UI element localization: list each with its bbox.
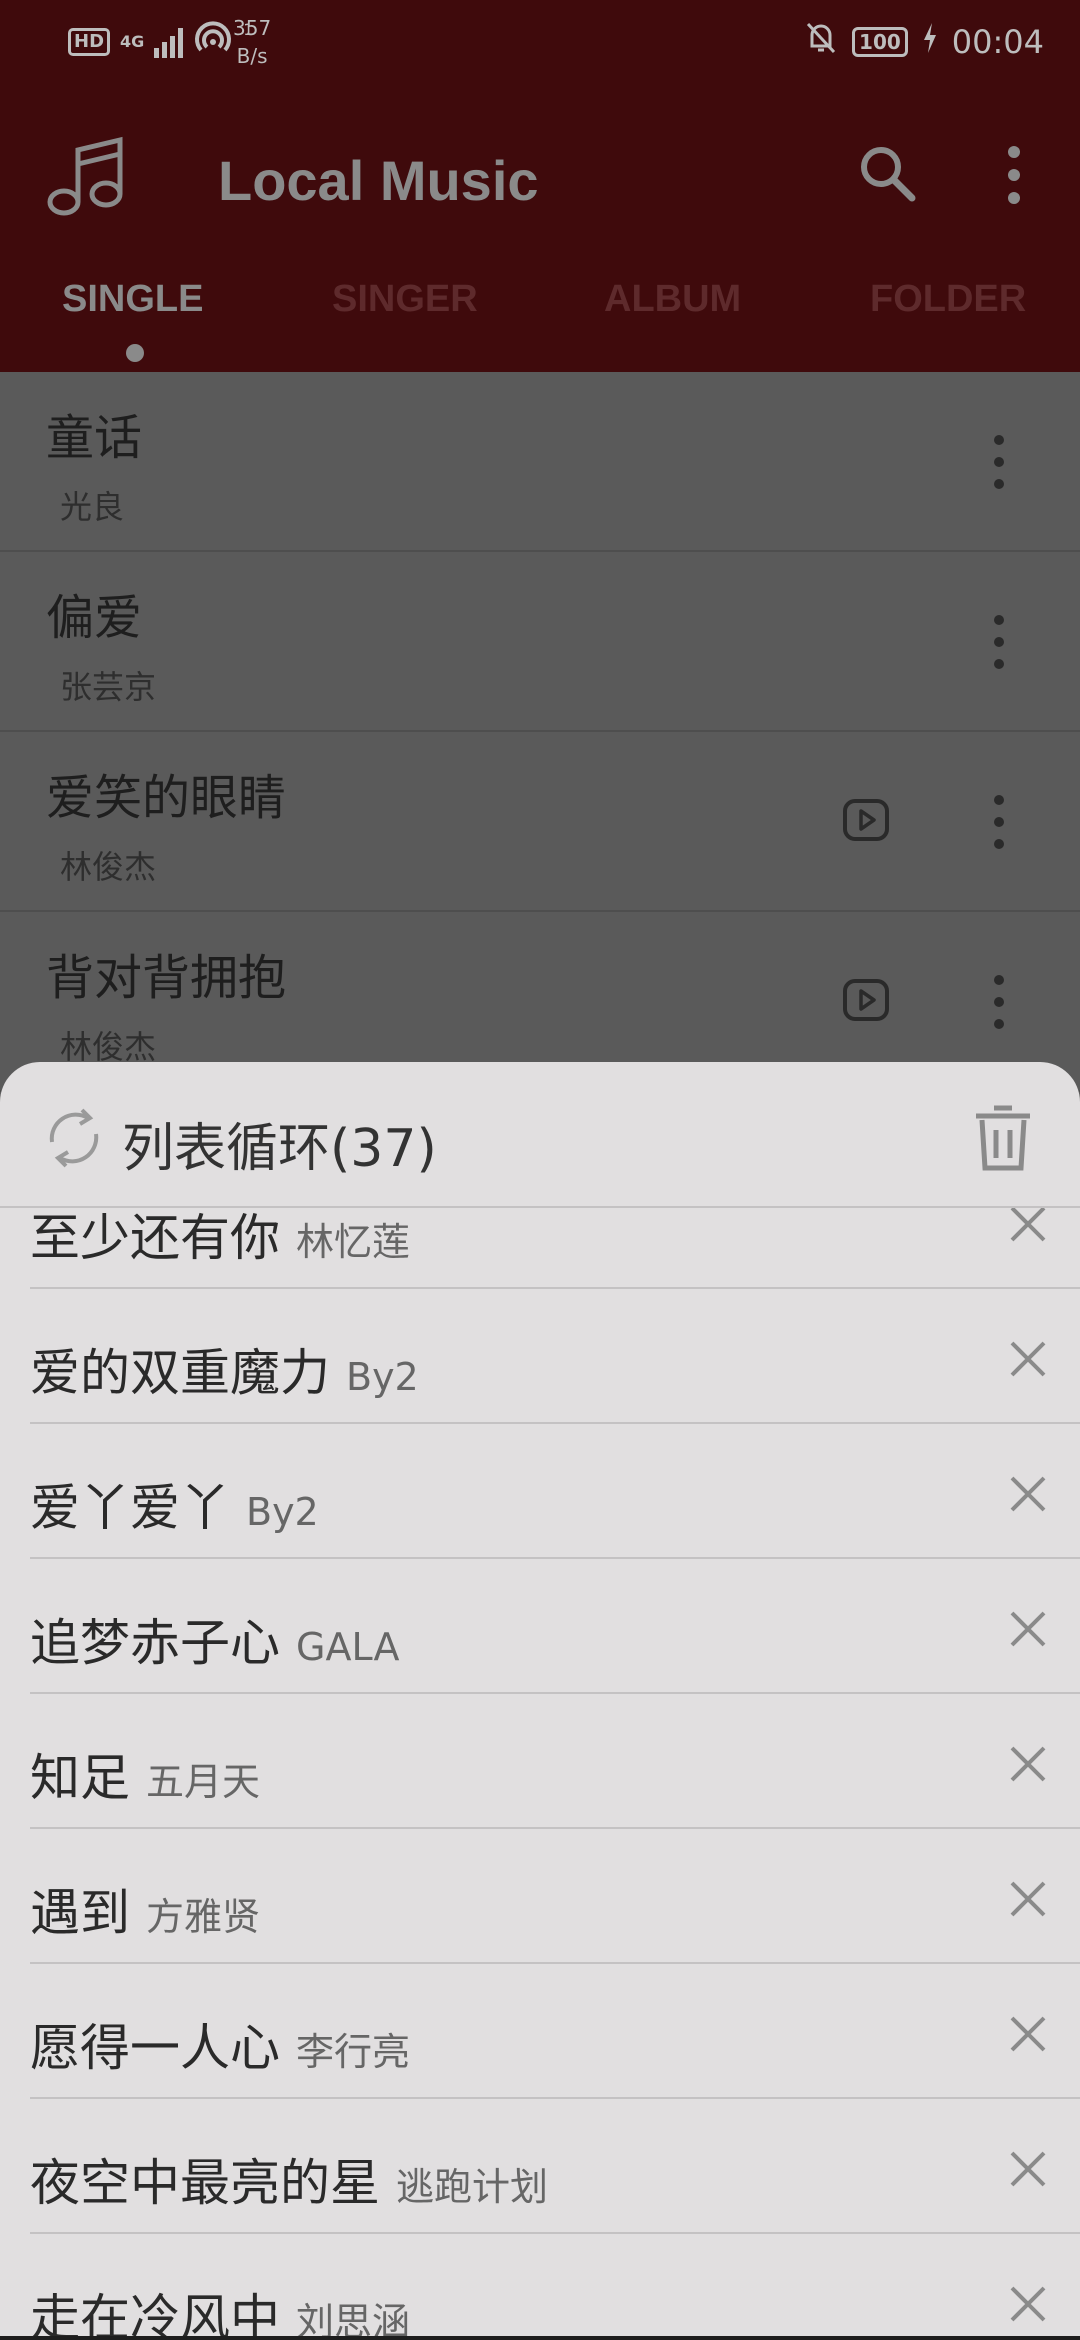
queue-item-text: 夜空中最亮的星 逃跑计划 (30, 2143, 548, 2215)
queue-item[interactable]: 至少还有你 林忆莲 (30, 1208, 1080, 1289)
tab-indicator (126, 344, 144, 362)
song-artist: 光良 (60, 488, 125, 526)
song-artist: 张芸京 (60, 668, 157, 706)
clock: 00:04 (951, 23, 1044, 61)
queue-item-text: 爱的双重魔力 By2 (30, 1333, 419, 1405)
queue-song-artist: 方雅贤 (146, 1895, 261, 1939)
tab-folder[interactable]: FOLDER (870, 278, 1026, 321)
queue-item[interactable]: 爱的双重魔力 By2 (30, 1289, 1080, 1424)
queue-song-artist: 五月天 (146, 1760, 261, 1804)
charging-icon (922, 23, 938, 61)
queue-item[interactable]: 知足 五月天 (30, 1694, 1080, 1829)
repeat-list-icon[interactable] (44, 1104, 104, 1172)
queue-song-title: 夜空中最亮的星 (30, 2154, 380, 2212)
more-vert-icon[interactable] (984, 972, 1014, 1032)
close-icon[interactable] (1008, 2284, 1048, 2324)
song-title: 偏爱 (46, 590, 143, 646)
queue-song-artist: By2 (346, 1355, 419, 1399)
search-icon[interactable] (856, 142, 918, 204)
tab-single[interactable]: SINGLE (62, 278, 203, 321)
more-vert-icon[interactable] (984, 792, 1014, 852)
queue-song-artist: By2 (246, 1490, 319, 1534)
music-note-icon (47, 136, 123, 216)
status-right: 100 00:04 (804, 20, 1044, 64)
queue-song-title: 追梦赤子心 (30, 1614, 280, 1672)
hotspot-icon (193, 20, 233, 64)
song-artist: 林俊杰 (60, 848, 157, 886)
queue-song-title: 至少还有你 (30, 1209, 280, 1267)
play-queue-sheet: 列表循环(37) 至少还有你 林忆莲 爱的双重魔力 By2 爱丫爱丫 By2 追梦赤子… (0, 1062, 1080, 2340)
queue-item[interactable]: 爱丫爱丫 By2 (30, 1424, 1080, 1559)
queue-item-text: 至少还有你 林忆莲 (30, 1208, 410, 1270)
sheet-header: 列表循环(37) (0, 1062, 1080, 1208)
more-vert-icon[interactable] (984, 612, 1014, 672)
song-row[interactable]: 童话 光良 (0, 372, 1080, 552)
queue-song-artist: 林忆莲 (296, 1220, 411, 1264)
queue-item-text: 走在冷风中 刘思涵 (30, 2278, 410, 2340)
close-icon[interactable] (1008, 1879, 1048, 1919)
network-type: 4G (120, 32, 145, 51)
queue-item-text: 愿得一人心 李行亮 (30, 2008, 410, 2080)
queue-song-title: 遇到 (30, 1884, 130, 1942)
status-left: HD 4G 1 (68, 20, 253, 64)
tab-bar: SINGLE SINGER ALBUM FOLDER (0, 278, 1080, 372)
queue-item[interactable]: 遇到 方雅贤 (30, 1829, 1080, 1964)
play-mode-label[interactable]: 列表循环(37) (122, 1106, 437, 1181)
queue-item-text: 追梦赤子心 GALA (30, 1603, 399, 1675)
queue-list: 至少还有你 林忆莲 爱的双重魔力 By2 爱丫爱丫 By2 追梦赤子心 GALA 知足五… (0, 1208, 1080, 2340)
video-play-icon[interactable] (842, 976, 890, 1024)
more-vert-icon[interactable] (996, 144, 1032, 206)
queue-song-title: 知足 (30, 1749, 130, 1807)
close-icon[interactable] (1008, 2014, 1048, 2054)
song-title: 爱笑的眼睛 (46, 770, 287, 826)
tab-album[interactable]: ALBUM (604, 278, 741, 321)
app-title: Local Music (218, 149, 539, 212)
queue-song-title: 走在冷风中 (30, 2289, 280, 2340)
signal-icon (154, 26, 184, 58)
network-speed: 357 B/s (233, 14, 271, 70)
song-row[interactable]: 爱笑的眼睛 林俊杰 (0, 732, 1080, 912)
queue-item[interactable]: 愿得一人心 李行亮 (30, 1964, 1080, 2099)
tab-singer[interactable]: SINGER (332, 278, 478, 321)
queue-song-artist: 逃跑计划 (396, 2165, 549, 2209)
video-play-icon[interactable] (842, 796, 890, 844)
queue-song-artist: 李行亮 (296, 2030, 411, 2074)
app-bar: Local Music SINGLE SINGER ALBUM FOLDER (0, 90, 1080, 372)
battery-level: 100 (852, 27, 908, 57)
queue-item-text: 遇到 方雅贤 (30, 1873, 260, 1945)
close-icon[interactable] (1008, 1474, 1048, 1514)
speed-unit: B/s (236, 44, 268, 68)
close-icon[interactable] (1008, 1339, 1048, 1379)
queue-item-text: 爱丫爱丫 By2 (30, 1468, 319, 1540)
song-row[interactable]: 偏爱 张芸京 (0, 552, 1080, 732)
close-icon[interactable] (1008, 1208, 1048, 1244)
queue-item[interactable]: 追梦赤子心 GALA (30, 1559, 1080, 1694)
close-icon[interactable] (1008, 1744, 1048, 1784)
bell-off-icon (804, 20, 838, 64)
queue-song-title: 爱丫爱丫 (30, 1479, 230, 1537)
queue-song-title: 爱的双重魔力 (30, 1344, 330, 1402)
song-list: 童话 光良 偏爱 张芸京 爱笑的眼睛 林俊杰 背对背拥抱 林俊杰 (0, 372, 1080, 1092)
trash-icon[interactable] (972, 1102, 1034, 1174)
queue-item[interactable]: 夜空中最亮的星 逃跑计划 (30, 2099, 1080, 2234)
song-title: 童话 (46, 410, 143, 466)
nav-bar-edge (0, 2336, 1080, 2340)
status-bar: HD 4G 1 357 B/s 100 00:04 (0, 0, 1080, 90)
queue-item-text: 知足 五月天 (30, 1738, 260, 1810)
speed-value: 357 (233, 16, 272, 40)
close-icon[interactable] (1008, 1609, 1048, 1649)
close-icon[interactable] (1008, 2149, 1048, 2189)
hd-indicator: HD (68, 28, 111, 56)
song-title: 背对背拥抱 (46, 950, 287, 1006)
more-vert-icon[interactable] (984, 432, 1014, 492)
queue-song-artist: 刘思涵 (296, 2300, 411, 2340)
queue-song-artist: GALA (296, 1625, 400, 1669)
queue-song-title: 愿得一人心 (30, 2019, 280, 2077)
queue-item[interactable]: 走在冷风中 刘思涵 (30, 2234, 1080, 2340)
